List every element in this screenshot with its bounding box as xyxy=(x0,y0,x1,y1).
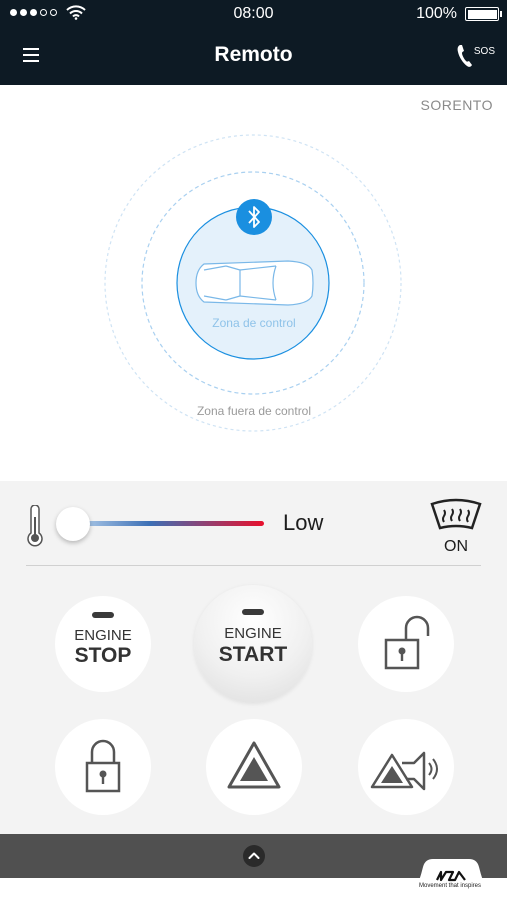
engine-stop-line1: ENGINE xyxy=(74,627,132,644)
control-zone-graphic xyxy=(104,134,402,432)
kia-logo xyxy=(403,859,499,900)
hazard-icon xyxy=(227,741,281,789)
hazard-lights-button[interactable] xyxy=(206,719,302,815)
chevron-up-icon xyxy=(248,852,260,859)
expand-drawer-button[interactable] xyxy=(243,845,265,867)
status-bar: 08:00 100% xyxy=(0,0,507,28)
engine-start-line2: START xyxy=(218,643,288,666)
sos-button[interactable]: SOS xyxy=(455,42,495,70)
lock-button[interactable] xyxy=(55,719,151,815)
control-zone-label: Zona de control xyxy=(212,316,296,330)
engine-stop-button[interactable]: ENGINE STOP xyxy=(55,596,151,692)
temperature-slider-track[interactable] xyxy=(74,521,264,526)
engine-indicator-bar xyxy=(92,612,114,618)
defrost-state: ON xyxy=(444,538,468,555)
thermometer-icon xyxy=(27,505,43,547)
nav-bar: Remoto SOS xyxy=(0,28,507,85)
engine-start-line1: ENGINE xyxy=(224,625,282,642)
unlock-button[interactable] xyxy=(358,596,454,692)
temperature-value: Low xyxy=(283,510,324,535)
battery-icon xyxy=(465,7,502,21)
temperature-slider-handle[interactable] xyxy=(56,507,90,541)
remote-control-panel: Low ON ENGINE STOP ENGINE START xyxy=(0,481,507,834)
battery-percentage: 100% xyxy=(416,5,457,22)
engine-stop-line2: STOP xyxy=(74,644,132,667)
rear-defrost-icon[interactable] xyxy=(428,498,484,538)
car-top-icon xyxy=(195,260,314,306)
engine-indicator-bar xyxy=(242,609,264,615)
page-title: Remoto xyxy=(214,43,293,66)
unlock-icon xyxy=(384,615,430,670)
lock-icon xyxy=(85,739,121,793)
horn-lights-icon xyxy=(370,751,438,791)
brand-tagline: Movement that inspires xyxy=(418,883,482,889)
horn-lights-button[interactable] xyxy=(358,719,454,815)
sos-label: SOS xyxy=(473,46,495,57)
engine-start-button[interactable]: ENGINE START xyxy=(194,585,312,703)
divider xyxy=(26,565,481,566)
outside-zone-label: Zona fuera de control xyxy=(196,404,312,418)
